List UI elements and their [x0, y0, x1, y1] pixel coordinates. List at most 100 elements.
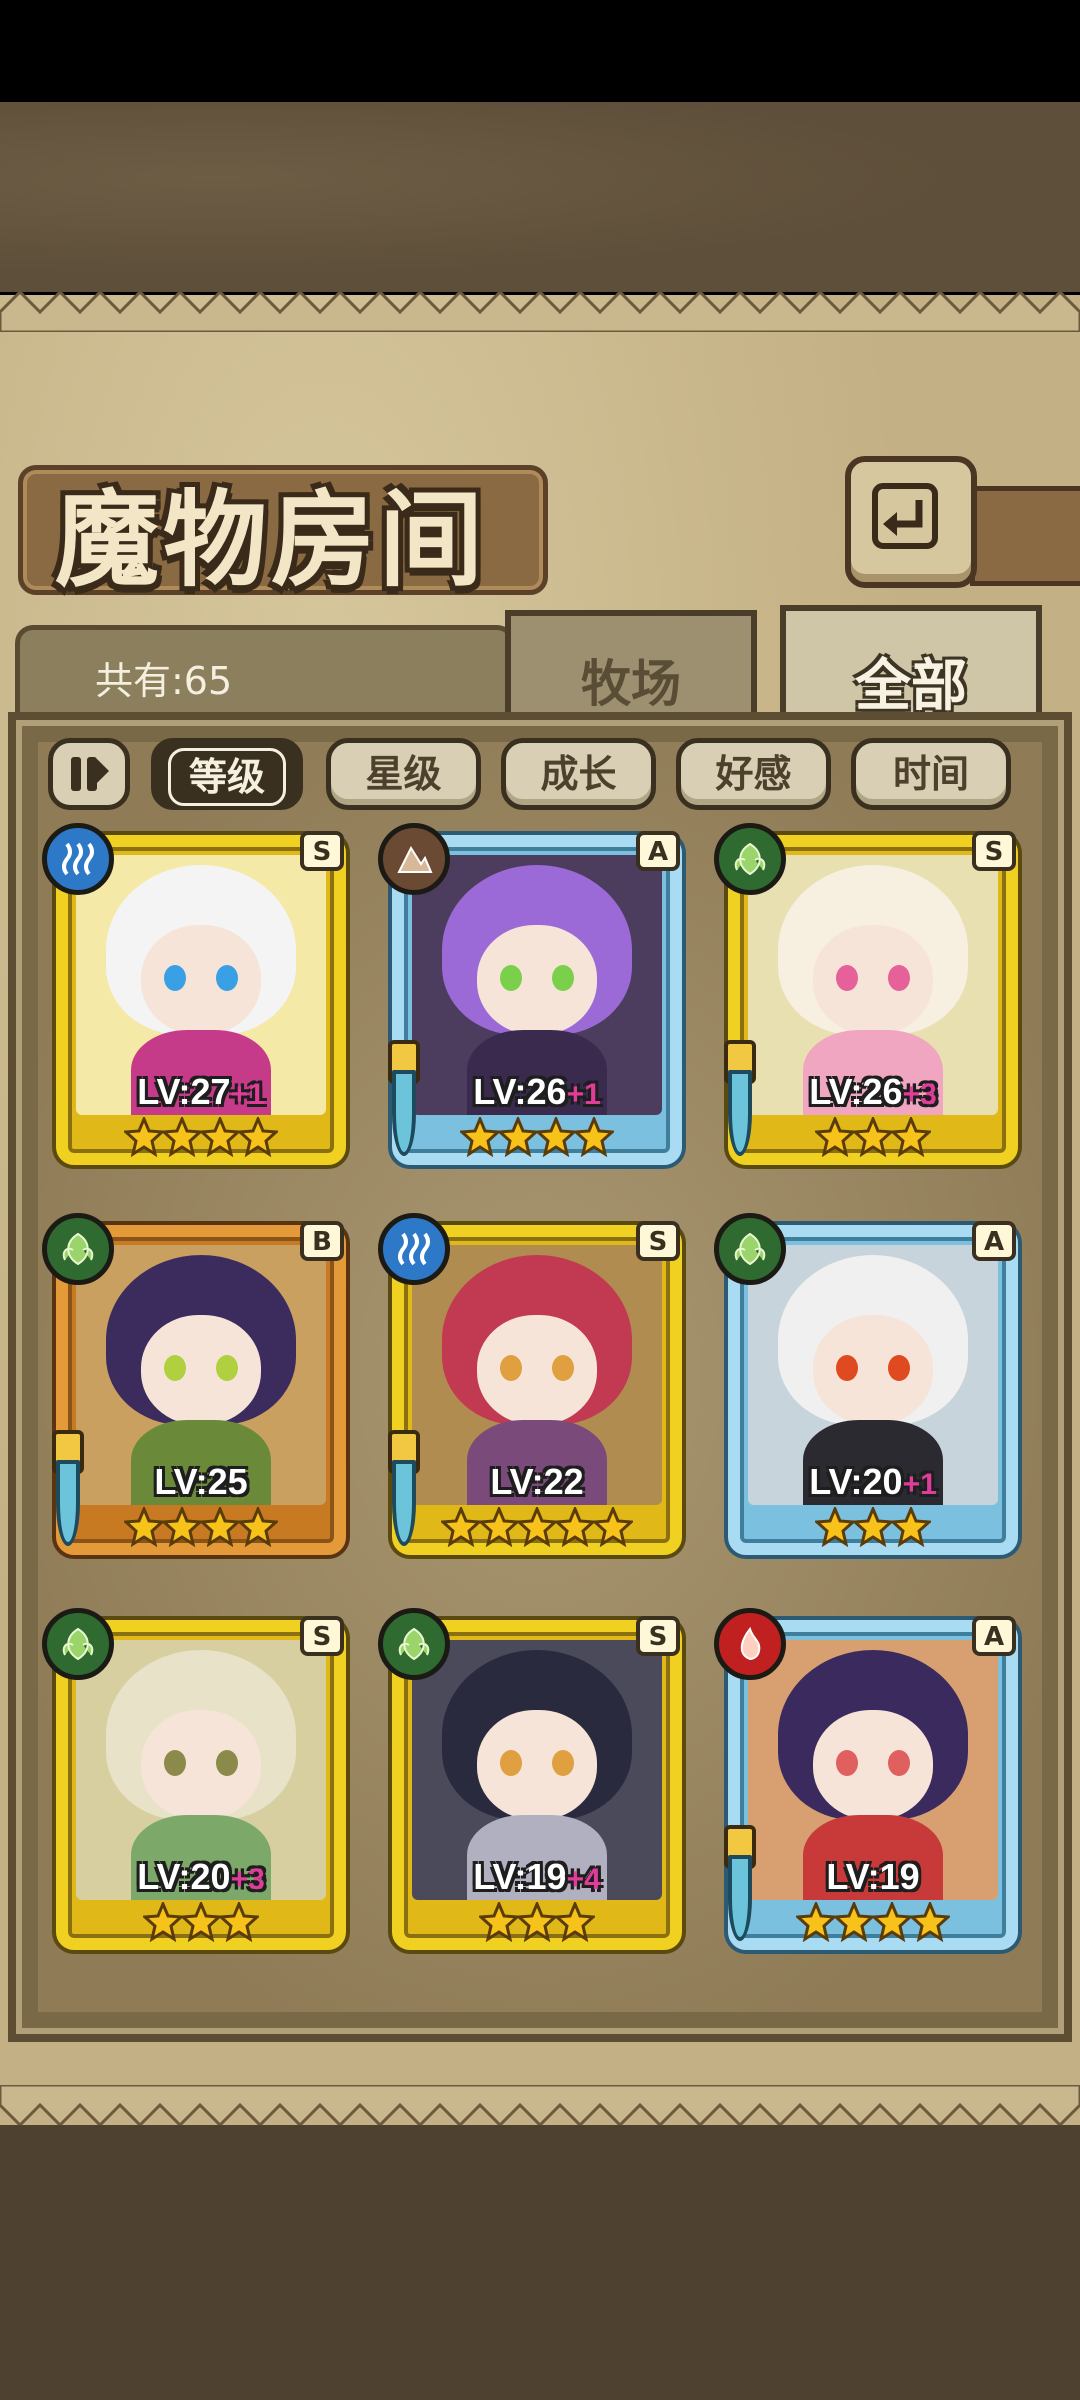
star-icon [141, 1900, 185, 1943]
star-icon [851, 1505, 895, 1548]
star-icon [458, 1115, 502, 1158]
back-arrow-icon [872, 483, 938, 549]
monster-card[interactable]: S LV:27+1 [42, 823, 362, 1185]
monster-card[interactable]: S LV:19+4 [378, 1608, 698, 1970]
star-icon [439, 1505, 483, 1548]
sort-star-button[interactable]: 星级 [326, 738, 481, 810]
back-button[interactable] [845, 456, 977, 588]
back-button-rail [970, 486, 1080, 586]
star-icon [813, 1115, 857, 1158]
sort-time-label: 时间 [892, 752, 969, 796]
status-bar [0, 0, 1080, 102]
star-icon [832, 1900, 876, 1943]
rank-badge: S [636, 1616, 680, 1656]
level-label: LV:19+4 [412, 1856, 662, 1898]
level-label: LV:25 [76, 1461, 326, 1503]
water-icon [378, 1213, 450, 1285]
monster-count-panel: 共有:65 [15, 625, 515, 720]
star-icon [198, 1505, 242, 1548]
monster-card[interactable]: A LV:19 [714, 1608, 1034, 1970]
map-background-bottom [0, 2100, 1080, 2400]
level-value: LV:22 [490, 1461, 584, 1502]
star-rating [76, 1900, 326, 1946]
sort-order-icon [71, 757, 109, 791]
star-rating [76, 1115, 326, 1161]
star-icon [160, 1505, 204, 1548]
sort-growth-label: 成长 [540, 752, 617, 796]
nature-icon [378, 1608, 450, 1680]
level-value: LV:20 [137, 1856, 231, 1897]
rank-badge: S [300, 831, 344, 871]
star-rating [412, 1505, 662, 1551]
star-icon [908, 1900, 952, 1943]
nature-icon [42, 1608, 114, 1680]
rank-badge: A [972, 1221, 1016, 1261]
sort-level-label: 等级 [167, 748, 286, 806]
star-rating [748, 1115, 998, 1161]
star-icon [553, 1900, 597, 1943]
star-icon [870, 1900, 914, 1943]
monster-card[interactable]: A LV:26+1 [378, 823, 698, 1185]
star-icon [591, 1505, 635, 1548]
tab-all[interactable]: 全部 [780, 605, 1042, 726]
level-value: LV:19 [473, 1856, 567, 1897]
level-label: LV:22 [412, 1461, 662, 1503]
star-icon [236, 1115, 280, 1158]
star-icon [179, 1900, 223, 1943]
sort-affection-button[interactable]: 好感 [676, 738, 831, 810]
sort-star-label: 星级 [365, 752, 442, 796]
star-icon [515, 1505, 559, 1548]
level-value: LV:27 [137, 1071, 231, 1112]
sort-order-toggle[interactable] [48, 738, 130, 810]
level-bonus: +3 [902, 1078, 937, 1111]
rank-badge: A [972, 1616, 1016, 1656]
nature-icon [42, 1213, 114, 1285]
level-value: LV:25 [154, 1461, 248, 1502]
star-rating [748, 1505, 998, 1551]
star-icon [794, 1900, 838, 1943]
star-icon [217, 1900, 261, 1943]
level-label: LV:26+3 [748, 1071, 998, 1113]
zigzag-top [0, 292, 1080, 332]
sort-level-button[interactable]: 等级 [151, 738, 303, 810]
sort-time-button[interactable]: 时间 [851, 738, 1011, 810]
star-icon [813, 1505, 857, 1548]
level-value: LV:20 [809, 1461, 903, 1502]
zigzag-bottom [0, 2085, 1080, 2125]
rank-badge: B [300, 1221, 344, 1261]
monster-card[interactable]: S LV:20+3 [42, 1608, 362, 1970]
tab-row: 共有:65 牧场 全部 [15, 605, 1065, 726]
level-bonus: +1 [902, 1468, 937, 1501]
star-icon [851, 1115, 895, 1158]
level-value: LV:26 [473, 1071, 567, 1112]
tab-all-label: 全部 [855, 654, 967, 719]
rank-badge: S [972, 831, 1016, 871]
water-icon [42, 823, 114, 895]
nature-icon [714, 823, 786, 895]
sort-bar: 等级 星级 成长 好感 时间 [48, 738, 1038, 816]
star-icon [477, 1505, 521, 1548]
monster-card[interactable]: S LV:22 [378, 1213, 698, 1575]
star-icon [572, 1115, 616, 1158]
star-icon [515, 1900, 559, 1943]
page-title: 魔物房间 [55, 478, 488, 601]
monster-card[interactable]: A LV:20+1 [714, 1213, 1034, 1575]
star-icon [236, 1505, 280, 1548]
star-icon [477, 1900, 521, 1943]
earth-icon [378, 823, 450, 895]
tab-ranch[interactable]: 牧场 [505, 610, 757, 721]
star-rating [748, 1900, 998, 1946]
level-bonus: +4 [566, 1863, 601, 1896]
star-icon [889, 1115, 933, 1158]
tab-ranch-label: 牧场 [581, 655, 681, 713]
star-icon [534, 1115, 578, 1158]
monster-card[interactable]: S LV:26+3 [714, 823, 1034, 1185]
nature-icon [714, 1213, 786, 1285]
sort-growth-button[interactable]: 成长 [501, 738, 656, 810]
rank-badge: S [300, 1616, 344, 1656]
star-icon [160, 1115, 204, 1158]
monster-card[interactable]: B LV:25 [42, 1213, 362, 1575]
star-rating [412, 1115, 662, 1161]
star-icon [889, 1505, 933, 1548]
star-icon [122, 1505, 166, 1548]
